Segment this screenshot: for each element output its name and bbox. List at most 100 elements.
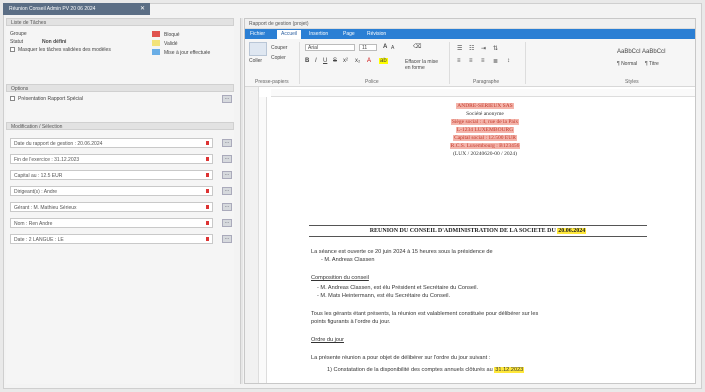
numbering-icon[interactable]: ☷ — [469, 45, 474, 52]
field-directors[interactable]: Dirigeant(s) : Andre — [10, 186, 213, 196]
company-rcs[interactable]: R.C.S. Luxembourg : B123456 — [281, 143, 689, 149]
field-date-language-button[interactable]: ··· — [222, 235, 232, 243]
shrink-font-icon[interactable]: A — [391, 45, 394, 51]
editor-title: Rapport de gestion (projet) — [245, 19, 695, 29]
para-president[interactable]: - M. Andreas Classen — [321, 257, 374, 263]
style-title[interactable]: ¶ Titre — [645, 61, 659, 67]
align-left-icon[interactable]: ≡ — [457, 58, 461, 64]
tab-file[interactable]: Fichier — [250, 31, 265, 37]
para-member-2[interactable]: - M. Mats Heintermann, est élu Secrétair… — [317, 293, 450, 299]
field-date-language[interactable]: Date : 2 LANGUE : LE — [10, 234, 213, 244]
paste-button[interactable]: Coller — [249, 58, 262, 64]
field-directors-button[interactable]: ··· — [222, 187, 232, 195]
field-date-language-text: Date : 2 LANGUE : LE — [14, 237, 64, 243]
field-manager-button[interactable]: ··· — [222, 203, 232, 211]
close-icon[interactable]: ✕ — [140, 5, 145, 12]
status-value[interactable]: Non défini — [42, 39, 66, 45]
group-font-label: Police — [365, 79, 379, 85]
strikethrough-icon[interactable]: S — [333, 58, 337, 64]
clear-format-button[interactable]: Effacer la mise en forme — [405, 59, 441, 71]
field-report-date[interactable]: Date du rapport de gestion : 20.06.2024 — [10, 138, 213, 148]
clipboard-icon[interactable] — [249, 42, 267, 56]
checkbox-box[interactable] — [10, 47, 15, 53]
field-name-button[interactable]: ··· — [222, 219, 232, 227]
tab-insert[interactable]: Insertion — [309, 31, 328, 37]
agenda-item-1[interactable]: 1) Constatation de la disponibilité des … — [327, 367, 525, 373]
line-spacing-icon[interactable]: ↕ — [507, 58, 510, 64]
field-capital-text: Capital au : 12.5 EUR — [14, 173, 63, 179]
eraser-icon[interactable]: ⌫ — [413, 43, 421, 50]
italic-icon[interactable]: I — [315, 58, 317, 64]
field-report-date-button[interactable]: ··· — [222, 139, 232, 147]
field-fiscal-end[interactable]: Fin de l'exercice : 31.12.2023 — [10, 154, 213, 164]
company-city-text: L-1234 LUXEMBOURG — [455, 127, 515, 133]
cut-button[interactable]: Couper — [271, 45, 287, 51]
styles-preview[interactable]: AaBbCcI AaBbCcI — [617, 49, 666, 55]
company-capital-text: Capital social : 12.500 EUR — [453, 135, 517, 141]
para-quorum-2[interactable]: points figurants à l'ordre du jour. — [311, 319, 390, 325]
indent-icon[interactable]: ⇥ — [481, 45, 486, 52]
section-header-tasks[interactable]: Liste de Tâches — [6, 18, 234, 26]
font-name-select[interactable]: Arial — [305, 44, 355, 51]
hide-validated-label: Masquer les tâches validées des modèles — [18, 47, 111, 53]
field-manager[interactable]: Gérant : M. Mathieu Sérieux — [10, 202, 213, 212]
tab-review[interactable]: Révision — [367, 31, 386, 37]
company-form[interactable]: Société anonyme — [281, 111, 689, 117]
legend-validated-swatch — [152, 40, 160, 46]
copy-button[interactable]: Copier — [271, 55, 286, 61]
subscript-icon[interactable]: x₂ — [355, 58, 360, 64]
option-edit-button[interactable]: ··· — [222, 95, 232, 103]
bold-icon[interactable]: B — [305, 58, 309, 64]
divider — [525, 42, 526, 84]
font-color-icon[interactable]: A — [367, 58, 371, 64]
grow-font-icon[interactable]: A — [383, 44, 387, 50]
tab-home[interactable]: Accueil — [277, 30, 302, 39]
style-normal[interactable]: ¶ Normal — [617, 61, 637, 67]
group-styles-label: Styles — [625, 79, 639, 85]
required-marker — [206, 237, 209, 241]
company-seat[interactable]: Siège social : 4, rue de la Paix — [281, 119, 689, 125]
hide-validated-checkbox[interactable]: Masquer les tâches validées des modèles — [10, 47, 111, 53]
field-capital[interactable]: Capital au : 12.5 EUR — [10, 170, 213, 180]
ribbon-tabs: Fichier Accueil Insertion Page Révision — [245, 29, 695, 39]
vertical-ruler[interactable] — [259, 97, 267, 383]
superscript-icon[interactable]: x² — [343, 58, 348, 64]
horizontal-ruler[interactable] — [271, 89, 695, 97]
company-city[interactable]: L-1234 LUXEMBOURG — [281, 127, 689, 133]
para-agenda-intro[interactable]: La présente réunion a pour objet de déli… — [311, 355, 490, 361]
meeting-title[interactable]: REUNION DU CONSEIL D'ADMINISTRATION DE L… — [309, 225, 647, 237]
option-special-report[interactable]: Présentation Rapport Spécial — [10, 96, 83, 102]
company-name[interactable]: ANDRE-SERIEUX SAS — [281, 103, 689, 109]
font-size-select[interactable]: 11 — [359, 44, 377, 51]
field-capital-button[interactable]: ··· — [222, 171, 232, 179]
company-seat-text: Siège social : 4, rue de la Paix — [450, 119, 520, 125]
option-special-report-label: Présentation Rapport Spécial — [18, 96, 84, 102]
legend-blocked-swatch — [152, 31, 160, 37]
required-marker — [206, 141, 209, 145]
label-group: Groupe — [10, 31, 27, 37]
company-capital[interactable]: Capital social : 12.500 EUR — [281, 135, 689, 141]
section-header-options[interactable]: Options — [6, 84, 234, 92]
highlight-icon[interactable]: ab — [379, 58, 388, 64]
align-right-icon[interactable]: ≡ — [481, 58, 485, 64]
section-header-modification[interactable]: Modification / Sélection — [6, 122, 234, 130]
panel-splitter[interactable] — [240, 18, 243, 384]
bullets-icon[interactable]: ☰ — [457, 45, 462, 52]
document-tab[interactable]: Réunion Conseil Admin PV 20 06 2024 ✕ — [3, 3, 150, 15]
para-member-1[interactable]: - M. Andreas Classen, est élu Président … — [317, 285, 478, 291]
justify-icon[interactable]: ≣ — [493, 58, 498, 65]
heading-composition[interactable]: Composition du conseil — [311, 275, 369, 281]
align-center-icon[interactable]: ≡ — [469, 58, 473, 64]
ribbon-home: Coller Couper Copier Arial 11 A A B I U … — [245, 39, 695, 87]
heading-agenda[interactable]: Ordre du jour — [311, 337, 344, 343]
field-fiscal-end-button[interactable]: ··· — [222, 155, 232, 163]
document-page[interactable]: ANDRE-SERIEUX SAS Société anonyme Siège … — [281, 99, 689, 383]
para-opening[interactable]: La séance est ouverte ce 20 juin 2024 à … — [311, 249, 493, 255]
checkbox-box[interactable] — [10, 96, 15, 102]
underline-icon[interactable]: U — [323, 58, 327, 64]
tab-page[interactable]: Page — [343, 31, 355, 37]
para-quorum[interactable]: Tous les gérants étant présents, la réun… — [311, 311, 538, 317]
company-ref[interactable]: (LUX / 20240620-00 / 2024) — [281, 151, 689, 157]
field-name[interactable]: Nom : Ren Andre — [10, 218, 213, 228]
sort-icon[interactable]: ⇅ — [493, 45, 498, 52]
